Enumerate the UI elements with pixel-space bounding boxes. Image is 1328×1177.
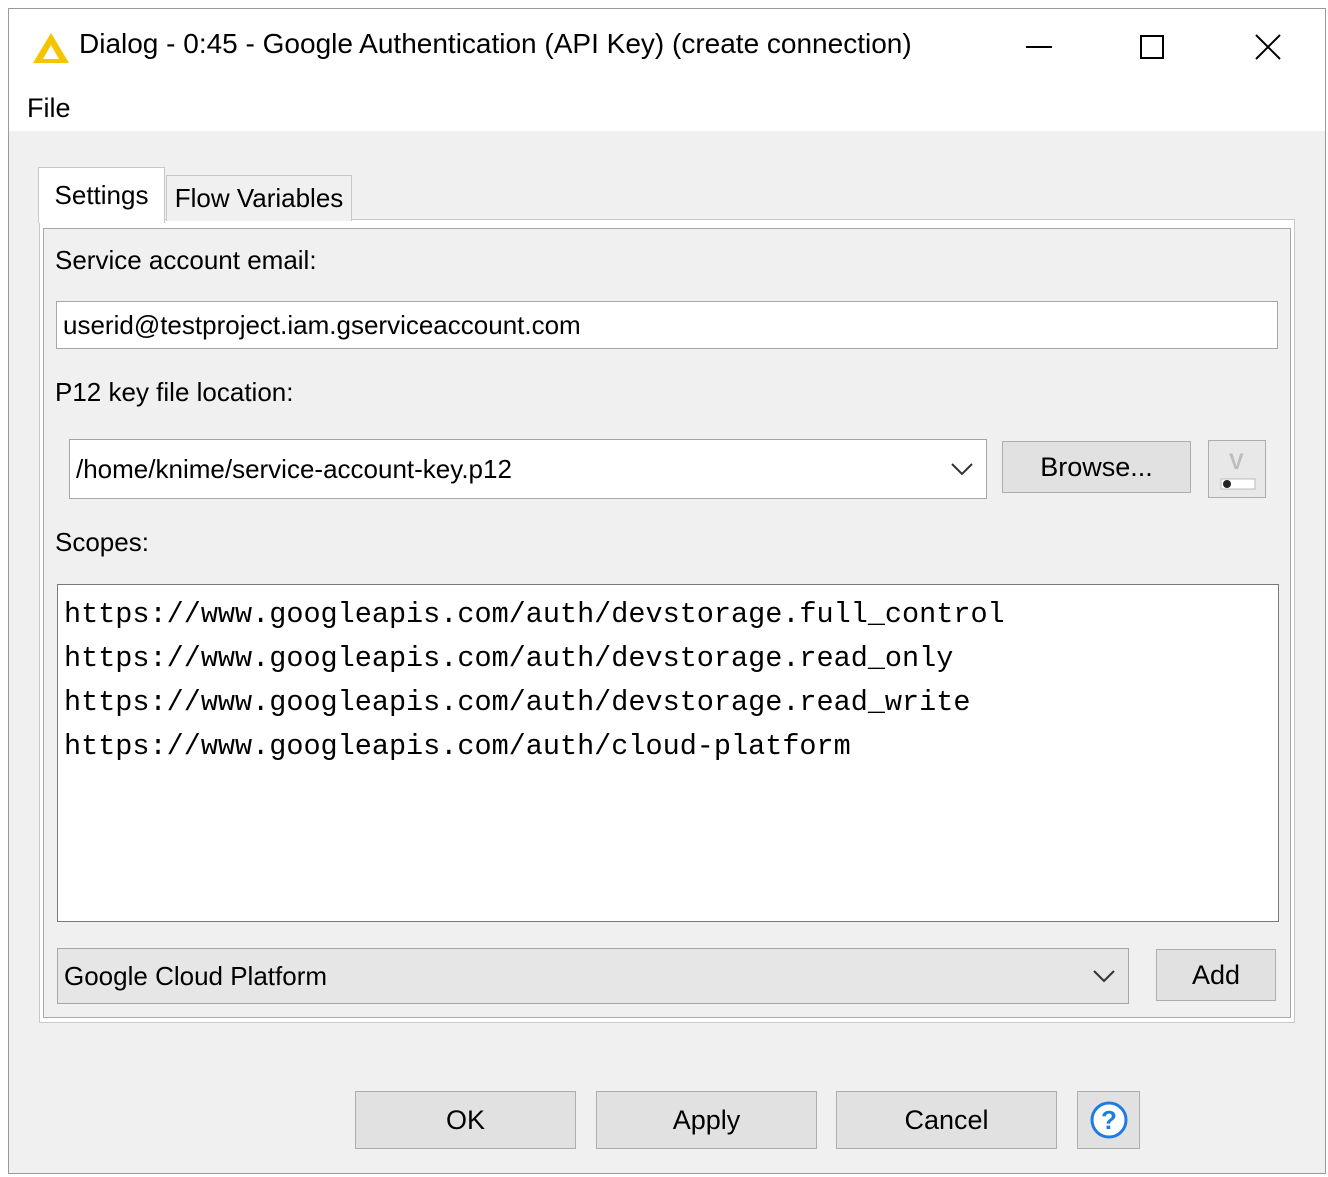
tab-flow-variables[interactable]: Flow Variables bbox=[166, 175, 352, 221]
scope-line: https://www.googleapis.com/auth/devstora… bbox=[64, 686, 971, 719]
settings-panel-inner: Service account email: userid@testprojec… bbox=[43, 228, 1291, 1018]
email-label: Service account email: bbox=[55, 245, 317, 275]
scope-line: https://www.googleapis.com/auth/cloud-pl… bbox=[64, 730, 851, 763]
close-icon bbox=[1255, 34, 1281, 60]
dialog-window: Dialog - 0:45 - Google Authentication (A… bbox=[8, 8, 1326, 1174]
help-icon: ? bbox=[1090, 1101, 1127, 1139]
tab-settings[interactable]: Settings bbox=[38, 167, 165, 223]
maximize-button[interactable] bbox=[1097, 9, 1207, 85]
add-scope-button[interactable]: Add bbox=[1156, 949, 1276, 1001]
scope-line: https://www.googleapis.com/auth/devstora… bbox=[64, 642, 954, 675]
close-button[interactable] bbox=[1213, 9, 1323, 85]
scopes-label: Scopes: bbox=[55, 527, 149, 557]
scope-select[interactable]: Google Cloud Platform bbox=[57, 948, 1129, 1004]
keyfile-label: P12 key file location: bbox=[55, 377, 294, 407]
ok-button[interactable]: OK bbox=[355, 1091, 576, 1149]
keyfile-value: /home/knime/service-account-key.p12 bbox=[76, 453, 512, 484]
menu-bar: File bbox=[9, 85, 1325, 131]
keyfile-combo[interactable]: /home/knime/service-account-key.p12 bbox=[69, 439, 987, 499]
email-field[interactable]: userid@testproject.iam.gserviceaccount.c… bbox=[56, 301, 1278, 349]
browse-button[interactable]: Browse... bbox=[1002, 441, 1191, 493]
minimize-icon bbox=[1026, 46, 1052, 48]
minimize-button[interactable] bbox=[984, 9, 1094, 85]
cancel-button[interactable]: Cancel bbox=[836, 1091, 1057, 1149]
apply-button[interactable]: Apply bbox=[596, 1091, 817, 1149]
scopes-textarea[interactable]: https://www.googleapis.com/auth/devstora… bbox=[57, 584, 1279, 922]
flow-variable-icon: V bbox=[1220, 449, 1256, 490]
knime-warning-triangle-icon bbox=[33, 33, 69, 63]
help-button[interactable]: ? bbox=[1077, 1091, 1140, 1149]
scope-line: https://www.googleapis.com/auth/devstora… bbox=[64, 598, 1005, 631]
title-bar: Dialog - 0:45 - Google Authentication (A… bbox=[9, 9, 1325, 85]
menu-file[interactable]: File bbox=[27, 93, 71, 124]
settings-panel: Service account email: userid@testprojec… bbox=[39, 219, 1295, 1023]
flow-variable-button[interactable]: V bbox=[1208, 440, 1266, 498]
chevron-down-icon bbox=[951, 463, 973, 476]
svg-text:V: V bbox=[1229, 449, 1244, 474]
chevron-down-icon bbox=[1093, 970, 1115, 983]
svg-text:?: ? bbox=[1101, 1105, 1117, 1135]
maximize-icon bbox=[1140, 35, 1164, 59]
scope-select-value: Google Cloud Platform bbox=[64, 960, 328, 991]
window-title: Dialog - 0:45 - Google Authentication (A… bbox=[79, 28, 912, 59]
